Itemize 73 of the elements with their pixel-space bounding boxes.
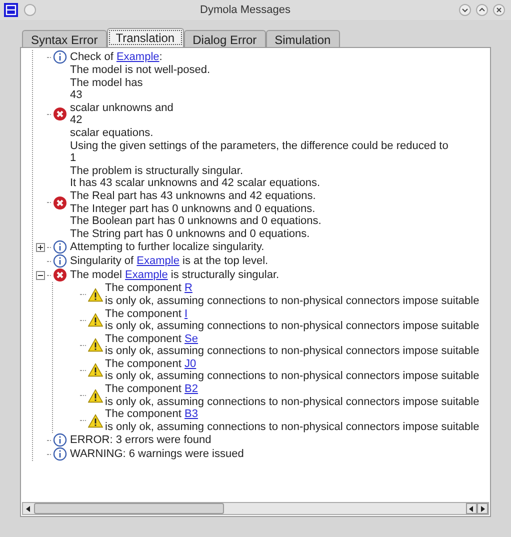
- warning-icon: [88, 388, 102, 403]
- model-link[interactable]: Example: [136, 255, 180, 268]
- expand-toggle[interactable]: [36, 242, 44, 252]
- scroll-left-icon[interactable]: [466, 503, 477, 514]
- tab[interactable]: Syntax Error: [22, 30, 107, 47]
- message-text: Singularity of: [70, 255, 135, 268]
- message-text: is only ok, assuming connections to non-physical connectors impose suitable: [105, 420, 480, 434]
- error-icon: [53, 107, 67, 122]
- message-text: The model is not well-posed.: [70, 64, 212, 77]
- message-text: Attempting to further localize singularity.: [70, 241, 264, 254]
- message-text: The component: [105, 358, 182, 370]
- message-text: The component: [105, 308, 182, 320]
- warning-icon: [88, 414, 102, 428]
- message-text: The component: [105, 282, 182, 295]
- message-text: Check of: [70, 50, 114, 64]
- message-text: The component: [105, 332, 182, 346]
- message-text: WARNING: 6 warnings were issued: [70, 448, 244, 461]
- message-text: 1: [70, 152, 78, 165]
- window-title: Dymola Messages: [200, 2, 290, 18]
- message-text: scalar equations.: [70, 126, 154, 140]
- info-icon: [53, 254, 67, 268]
- tab[interactable]: Simulation: [266, 30, 340, 47]
- message-text: The Boolean part has 0 unknowns and 0 equations.: [70, 215, 322, 228]
- message-text: The Integer part has 0 unknowns and 0 equations.: [70, 202, 316, 216]
- model-link[interactable]: B3: [184, 408, 198, 421]
- message-text: is only ok, assuming connections to non-physical connectors impose suitable: [105, 294, 480, 308]
- minimize-icon[interactable]: [459, 4, 471, 16]
- message-text: The component: [105, 383, 182, 396]
- message-text: is only ok, assuming connections to non-physical connectors impose suitable: [105, 396, 480, 408]
- message-text: The component: [105, 408, 182, 421]
- info-icon: [53, 447, 67, 462]
- message-text: 43: [70, 89, 84, 102]
- model-link[interactable]: J0: [184, 358, 196, 370]
- model-link[interactable]: R: [184, 282, 192, 295]
- tab[interactable]: Dialog Error: [184, 30, 266, 47]
- message-text: scalar unknowns and: [70, 102, 174, 114]
- model-link[interactable]: Se: [184, 332, 198, 346]
- warning-icon: [88, 313, 102, 328]
- message-text: is only ok, assuming connections to non-physical connectors impose suitable: [105, 345, 480, 358]
- message-text: ERROR: 3 errors were found: [70, 434, 212, 447]
- horizontal-scrollbar[interactable]: [22, 502, 489, 515]
- message-text: is at the top level.: [182, 255, 268, 268]
- message-text: is only ok, assuming connections to non-physical connectors impose suitable: [105, 370, 480, 384]
- maximize-icon[interactable]: [476, 4, 488, 16]
- message-text: is only ok, assuming connections to non-physical connectors impose suitable: [105, 320, 480, 333]
- info-icon: [53, 240, 67, 254]
- model-link[interactable]: B2: [184, 383, 198, 396]
- message-text: 42: [70, 114, 84, 127]
- app-icon: [4, 3, 18, 17]
- message-text: is structurally singular.: [170, 269, 280, 282]
- message-text: The Real part has 43 unknowns and 42 equations.: [70, 190, 317, 203]
- message-text: The model has: [70, 76, 144, 90]
- info-icon: [53, 433, 67, 448]
- warning-icon: [88, 363, 102, 378]
- error-icon: [53, 196, 67, 210]
- warning-icon: [88, 288, 102, 302]
- info-icon: [53, 50, 67, 64]
- warning-icon: [88, 338, 102, 352]
- model-link[interactable]: Example: [116, 50, 160, 64]
- message-text: Using the given settings of the parameters, the difference could be reduced to: [70, 140, 448, 152]
- close-icon[interactable]: [493, 4, 505, 16]
- error-icon: [53, 268, 67, 282]
- model-link[interactable]: I: [184, 308, 188, 320]
- scroll-right-icon[interactable]: [477, 503, 488, 514]
- tab[interactable]: Translation: [106, 28, 184, 47]
- message-text: The String part has 0 unknowns and 0 equations.: [70, 228, 311, 240]
- message-text: The model: [70, 269, 123, 282]
- message-text: :: [159, 50, 162, 64]
- model-link[interactable]: Example: [125, 269, 168, 282]
- collapse-toggle[interactable]: [36, 270, 44, 280]
- message-text: The problem is structurally singular.: [70, 164, 244, 178]
- message-text: It has 43 scalar unknowns and 42 scalar equations.: [70, 177, 322, 190]
- scrollbar-thumb[interactable]: [34, 503, 224, 514]
